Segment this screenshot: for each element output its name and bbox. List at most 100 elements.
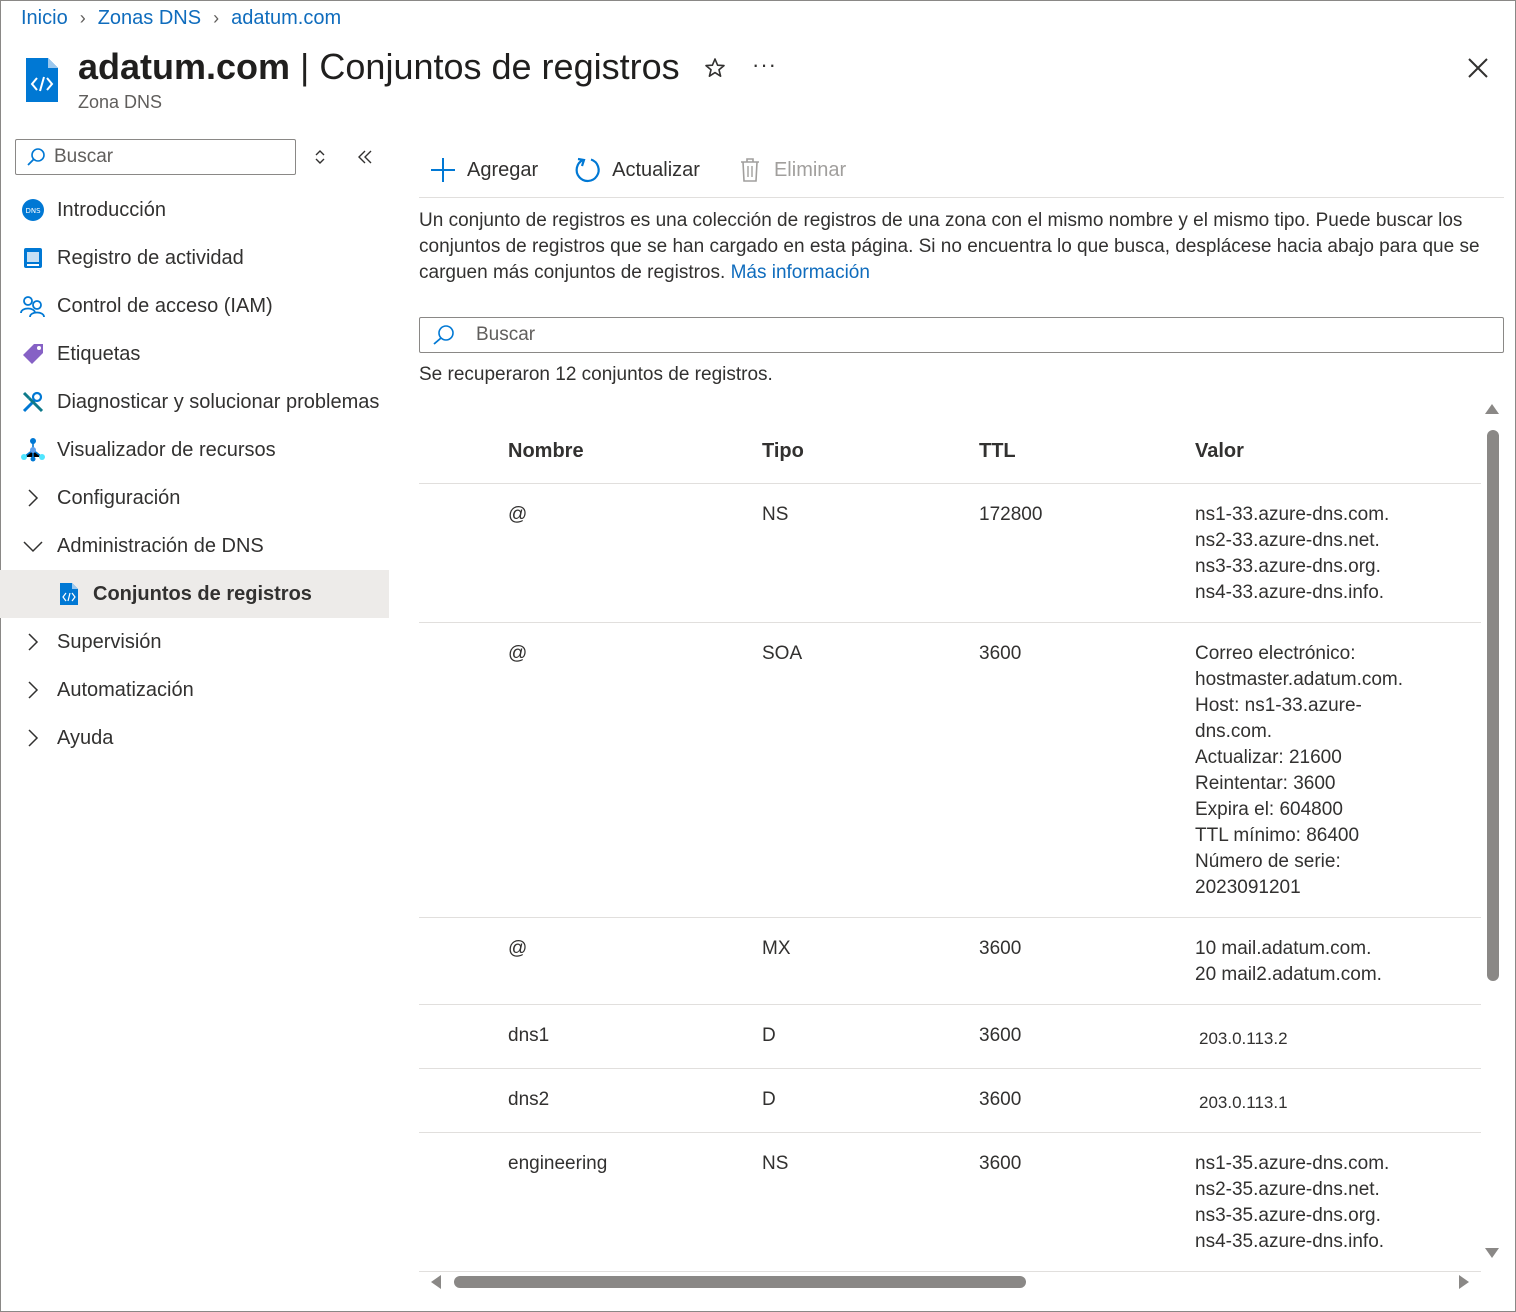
table-row[interactable]: @ SOA 3600 Correo electrónico: hostmaste…	[419, 623, 1481, 918]
collapse-menu-icon[interactable]	[356, 148, 374, 166]
value-line: ns4-33.azure-dns.info.	[1195, 582, 1385, 603]
column-header-type[interactable]: Tipo	[762, 440, 979, 463]
table-row[interactable]: @ MX 3600 10 mail.adatum.com. 20 mail2.a…	[419, 918, 1481, 1005]
value-line: ns1-35.azure-dns.com.	[1195, 1153, 1390, 1174]
scroll-left-arrow-icon[interactable]	[431, 1275, 441, 1289]
cell-name[interactable]: dns1	[419, 1005, 762, 1068]
nav-search-placeholder: Buscar	[54, 146, 114, 167]
sidebar-item-registro-actividad[interactable]: Registro de actividad	[0, 234, 389, 282]
resource-graph-icon	[20, 437, 46, 463]
sidebar-item-label: Visualizador de recursos	[57, 438, 276, 461]
column-header-ttl[interactable]: TTL	[979, 440, 1195, 463]
people-icon	[20, 293, 46, 319]
plus-icon	[429, 156, 457, 184]
breadcrumb: Inicio › Zonas DNS › adatum.com	[21, 6, 341, 30]
dns-zone-icon	[22, 56, 62, 104]
value-line: Host: ns1-33.azure-	[1195, 695, 1362, 716]
cell-ttl: 3600	[979, 1025, 1022, 1046]
value-line: dns.com.	[1195, 721, 1273, 742]
breadcrumb-separator: ›	[213, 7, 220, 28]
sidebar-item-etiquetas[interactable]: Etiquetas	[0, 330, 389, 378]
learn-more-link[interactable]: Más información	[731, 262, 870, 283]
more-options-icon[interactable]: ···	[752, 52, 777, 78]
sidebar-item-label: Ayuda	[57, 726, 114, 749]
table-header: Nombre Tipo TTL Valor	[419, 420, 1481, 484]
table-row[interactable]: dns2 D 3600 203.0.113.1	[419, 1069, 1481, 1133]
chevron-right-icon	[21, 678, 45, 702]
value-line: 203.0.113.2	[1199, 1029, 1288, 1048]
sidebar-group-administracion-dns[interactable]: Administración de DNS	[0, 522, 389, 570]
column-header-name[interactable]: Nombre	[419, 440, 762, 463]
nav-search-input[interactable]: Buscar	[15, 139, 296, 175]
recordset-search-input[interactable]: Buscar	[419, 317, 1504, 353]
result-count: Se recuperaron 12 conjuntos de registros…	[419, 364, 773, 385]
sidebar-group-supervision[interactable]: Supervisión	[0, 618, 389, 666]
value-line: 20 mail2.adatum.com.	[1195, 964, 1382, 985]
sidebar-group-automatizacion[interactable]: Automatización	[0, 666, 389, 714]
sidebar-item-introduccion[interactable]: DNS Introducción	[0, 186, 389, 234]
page-title-section: | Conjuntos de registros	[290, 46, 680, 87]
cell-value: 10 mail.adatum.com. 20 mail2.adatum.com.	[1195, 918, 1481, 1004]
value-line: ns2-33.azure-dns.net.	[1195, 530, 1380, 551]
value-line: ns4-35.azure-dns.info.	[1195, 1231, 1385, 1252]
sidebar-item-diagnosticar[interactable]: Diagnosticar y solucionar problemas	[0, 378, 389, 426]
value-line: hostmaster.adatum.com.	[1195, 669, 1404, 690]
column-header-value[interactable]: Valor	[1195, 440, 1481, 463]
cell-name[interactable]: @	[419, 623, 762, 917]
breadcrumb-dns-zones[interactable]: Zonas DNS	[98, 7, 201, 30]
command-bar: Agregar Actualizar Eliminar	[419, 148, 1504, 198]
cell-type: NS	[762, 504, 789, 525]
sidebar-item-label: Administración de DNS	[57, 534, 264, 557]
sidebar-item-visualizador[interactable]: Visualizador de recursos	[0, 426, 389, 474]
recordsets-table: Nombre Tipo TTL Valor @ NS 172800 ns1-33…	[419, 420, 1481, 1272]
favorite-star-icon[interactable]	[703, 56, 727, 80]
sidebar-group-ayuda[interactable]: Ayuda	[0, 714, 389, 762]
horizontal-scrollbar-thumb[interactable]	[454, 1276, 1026, 1288]
scroll-down-arrow-icon[interactable]	[1485, 1248, 1499, 1258]
value-line: ns3-33.azure-dns.org.	[1195, 556, 1381, 577]
search-icon	[433, 325, 454, 345]
cell-name[interactable]: @	[419, 918, 762, 1004]
chevron-right-icon	[21, 726, 45, 750]
delete-button[interactable]: Eliminar	[726, 148, 846, 192]
chevron-down-icon	[21, 534, 45, 558]
table-row[interactable]: @ NS 172800 ns1-33.azure-dns.com. ns2-33…	[419, 484, 1481, 623]
close-icon[interactable]	[1466, 56, 1490, 80]
sidebar-item-label: Supervisión	[57, 630, 162, 653]
table-row[interactable]: engineering NS 3600 ns1-35.azure-dns.com…	[419, 1133, 1481, 1272]
page-subtitle: Zona DNS	[78, 92, 163, 112]
delete-button-label: Eliminar	[773, 158, 847, 181]
chevron-right-icon	[21, 630, 45, 654]
cell-name[interactable]: @	[419, 484, 762, 622]
sidebar-item-control-acceso[interactable]: Control de acceso (IAM)	[0, 282, 389, 330]
sidebar-item-label: Diagnosticar y solucionar problemas	[57, 390, 380, 413]
record-set-icon	[56, 581, 82, 607]
scroll-up-arrow-icon[interactable]	[1485, 404, 1499, 414]
breadcrumb-home[interactable]: Inicio	[21, 7, 68, 30]
sidebar-item-conjuntos-registros[interactable]: Conjuntos de registros	[0, 570, 389, 618]
page-title: adatum.com | Conjuntos de registros	[78, 46, 680, 88]
add-button[interactable]: Agregar	[419, 148, 538, 192]
cell-name[interactable]: dns2	[419, 1069, 762, 1132]
add-button-label: Agregar	[467, 158, 539, 181]
svg-text:DNS: DNS	[25, 207, 41, 215]
breadcrumb-zone[interactable]: adatum.com	[231, 7, 341, 30]
sidebar-item-label: Conjuntos de registros	[93, 582, 312, 605]
table-row[interactable]: dns1 D 3600 203.0.113.2	[419, 1005, 1481, 1069]
value-line: ns3-35.azure-dns.org.	[1195, 1205, 1381, 1226]
wrench-icon	[20, 389, 46, 415]
sort-icon[interactable]	[311, 148, 329, 166]
cell-type: MX	[762, 938, 791, 959]
refresh-button[interactable]: Actualizar	[564, 148, 700, 192]
value-line: 2023091201	[1195, 877, 1301, 898]
cell-ttl: 3600	[979, 1153, 1022, 1174]
sidebar-group-configuracion[interactable]: Configuración	[0, 474, 389, 522]
cell-value: 203.0.113.1	[1195, 1069, 1481, 1132]
value-line: ns1-33.azure-dns.com.	[1195, 504, 1390, 525]
cell-name[interactable]: engineering	[419, 1133, 762, 1271]
vertical-scrollbar-thumb[interactable]	[1487, 430, 1499, 981]
sidebar-item-label: Configuración	[57, 486, 181, 509]
scroll-right-arrow-icon[interactable]	[1459, 1275, 1469, 1289]
refresh-icon	[574, 156, 602, 184]
sidebar-item-label: Etiquetas	[57, 342, 141, 365]
